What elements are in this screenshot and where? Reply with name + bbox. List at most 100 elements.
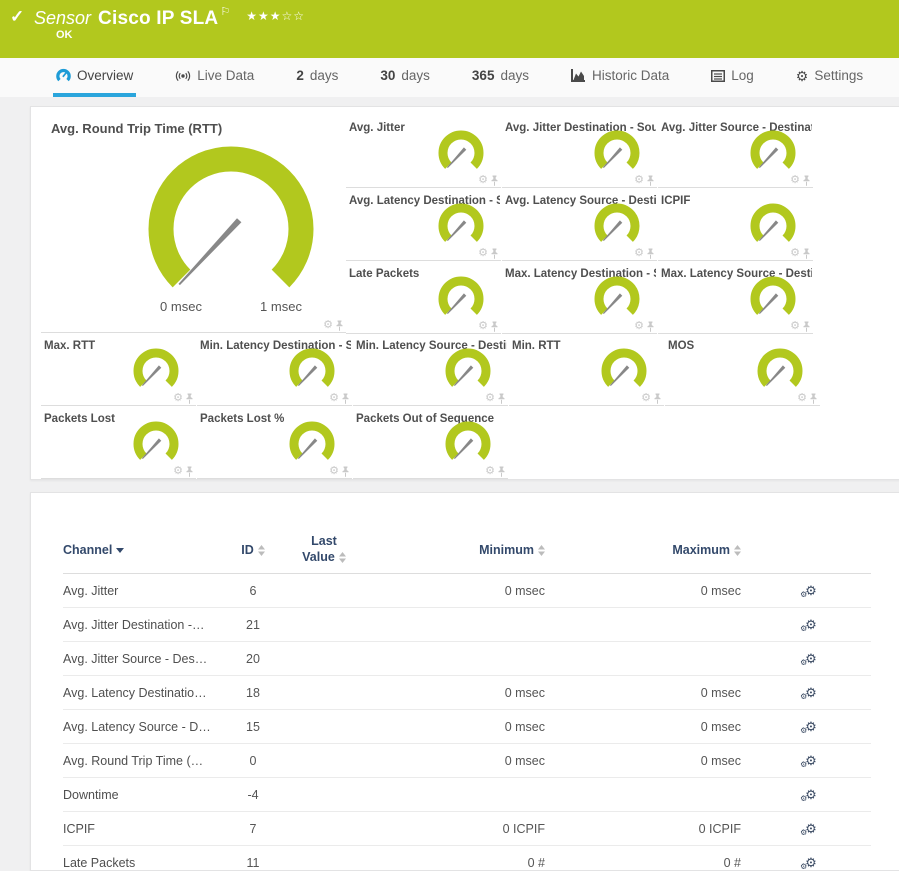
gear-icon[interactable]: ⚙	[641, 393, 651, 404]
gauge-cell-max-latency-source-destin[interactable]: Max. Latency Source - Destin… ⚙	[658, 261, 813, 334]
pin-icon[interactable]	[335, 320, 344, 331]
gauge-cell-avg-jitter-destination-source[interactable]: Avg. Jitter Destination - Source ⚙	[502, 115, 657, 188]
tab-historic-data[interactable]: Historic Data	[568, 58, 672, 97]
gear-icon[interactable]: ⚙	[329, 393, 339, 404]
gear-icon[interactable]: ⚙	[485, 393, 495, 404]
channel-settings-icon[interactable]: ⚙⚙	[805, 822, 817, 836]
gear-icon[interactable]: ⚙	[790, 321, 800, 332]
pin-icon[interactable]	[490, 321, 499, 332]
channel-settings-icon[interactable]: ⚙⚙	[805, 686, 817, 700]
pin-icon[interactable]	[185, 393, 194, 404]
channel-settings-icon[interactable]: ⚙⚙	[805, 618, 817, 632]
column-header-maximum[interactable]: Maximum	[555, 543, 751, 557]
column-header-id[interactable]: ID	[223, 543, 283, 557]
gauge-cell-avg-rtt[interactable]: Avg. Round Trip Time (RTT) 0 msec 1 msec…	[41, 115, 346, 333]
gear-icon[interactable]: ⚙	[173, 466, 183, 477]
sort-icon[interactable]	[339, 552, 346, 563]
stars-empty: ☆☆	[282, 9, 306, 23]
mini-gauge	[746, 276, 800, 324]
pin-icon[interactable]	[809, 393, 818, 404]
flag-icon[interactable]: ⚐	[220, 6, 230, 18]
gauge-cell-min-latency-destination-so[interactable]: Min. Latency Destination - So… ⚙	[197, 333, 352, 406]
tab-2-days[interactable]: 2 days	[293, 58, 341, 97]
channel-id: 18	[223, 686, 283, 700]
column-header-minimum[interactable]: Minimum	[365, 543, 555, 557]
tab-live-data[interactable]: Live Data	[172, 58, 257, 97]
gear-icon[interactable]: ⚙	[478, 321, 488, 332]
pin-icon[interactable]	[802, 248, 811, 259]
gear-icon[interactable]: ⚙	[329, 466, 339, 477]
channel-name[interactable]: Avg. Jitter Destination -…	[63, 618, 223, 632]
gauge-cell-avg-latency-destination-so[interactable]: Avg. Latency Destination - So… ⚙	[346, 188, 501, 261]
tab-365-days[interactable]: 365 days	[469, 58, 532, 97]
pin-icon[interactable]	[185, 466, 194, 477]
gauge-cell-min-latency-source-destina[interactable]: Min. Latency Source - Destina… ⚙	[353, 333, 508, 406]
gear-icon[interactable]: ⚙	[478, 175, 488, 186]
gauge-cell-packets-lost[interactable]: Packets Lost % ⚙	[197, 406, 352, 479]
channel-settings-icon[interactable]: ⚙⚙	[805, 856, 817, 870]
gear-icon[interactable]: ⚙	[634, 248, 644, 259]
tab-30-days[interactable]: 30 days	[377, 58, 433, 97]
pin-icon[interactable]	[653, 393, 662, 404]
channel-name[interactable]: Avg. Jitter	[63, 584, 223, 598]
gauge-cell-max-latency-destination-so[interactable]: Max. Latency Destination - So… ⚙	[502, 261, 657, 334]
pin-icon[interactable]	[646, 175, 655, 186]
sort-icon[interactable]	[538, 545, 545, 556]
tab-overview[interactable]: Overview	[53, 58, 136, 97]
channel-minimum: 0 msec	[365, 754, 555, 768]
gauge-cell-avg-jitter[interactable]: Avg. Jitter ⚙	[346, 115, 501, 188]
pin-icon[interactable]	[490, 248, 499, 259]
mini-gauge	[441, 348, 495, 396]
pin-icon[interactable]	[341, 393, 350, 404]
pin-icon[interactable]	[802, 321, 811, 332]
channel-settings-icon[interactable]: ⚙⚙	[805, 788, 817, 802]
gauge-cell-packets-out-of-sequence[interactable]: Packets Out of Sequence ⚙	[353, 406, 508, 479]
column-header-last-value[interactable]: Last Value	[283, 534, 365, 565]
pin-icon[interactable]	[646, 321, 655, 332]
gear-icon[interactable]: ⚙	[485, 466, 495, 477]
gauge-cell-min-rtt[interactable]: Min. RTT ⚙	[509, 333, 664, 406]
column-header-channel[interactable]: Channel	[63, 543, 223, 557]
pin-icon[interactable]	[802, 175, 811, 186]
channel-name[interactable]: Avg. Jitter Source - Des…	[63, 652, 223, 666]
channel-name[interactable]: Avg. Latency Destinatio…	[63, 686, 223, 700]
sort-icon[interactable]	[258, 545, 265, 556]
gauge-cell-icpif[interactable]: ICPIF ⚙	[658, 188, 813, 261]
pin-icon[interactable]	[490, 175, 499, 186]
pin-icon[interactable]	[497, 393, 506, 404]
gear-icon[interactable]: ⚙	[790, 248, 800, 259]
channel-name[interactable]: Downtime	[63, 788, 223, 802]
gauge-cell-packets-lost[interactable]: Packets Lost ⚙	[41, 406, 196, 479]
gear-icon[interactable]: ⚙	[323, 320, 333, 331]
gauge-cell-avg-latency-source-destin[interactable]: Avg. Latency Source - Destin… ⚙	[502, 188, 657, 261]
channel-name[interactable]: Avg. Latency Source - D…	[63, 720, 223, 734]
channel-settings-icon[interactable]: ⚙⚙	[805, 652, 817, 666]
gear-icon[interactable]: ⚙	[634, 321, 644, 332]
priority-stars[interactable]: ★★★☆☆	[246, 9, 305, 23]
pin-icon[interactable]	[646, 248, 655, 259]
tab-settings[interactable]: ⚙ Settings	[793, 58, 866, 97]
channel-settings-icon[interactable]: ⚙⚙	[805, 754, 817, 768]
gear-icon[interactable]: ⚙	[790, 175, 800, 186]
gauge-cell-avg-jitter-source-destination[interactable]: Avg. Jitter Source - Destination ⚙	[658, 115, 813, 188]
pin-icon[interactable]	[497, 466, 506, 477]
gauge-cell-mos[interactable]: MOS ⚙	[665, 333, 820, 406]
sort-icon[interactable]	[734, 545, 741, 556]
gauge-cell-max-rtt[interactable]: Max. RTT ⚙	[41, 333, 196, 406]
channel-settings-icon[interactable]: ⚙⚙	[805, 584, 817, 598]
channel-name[interactable]: Avg. Round Trip Time (…	[63, 754, 223, 768]
channel-name[interactable]: ICPIF	[63, 822, 223, 836]
gauge-cell-late-packets[interactable]: Late Packets ⚙	[346, 261, 501, 334]
gear-icon[interactable]: ⚙	[797, 393, 807, 404]
gear-icon[interactable]: ⚙	[478, 248, 488, 259]
channel-settings-icon[interactable]: ⚙⚙	[805, 720, 817, 734]
mini-gauge	[285, 421, 339, 469]
status-badge: OK	[56, 29, 73, 41]
channel-maximum: 0 ICPIF	[555, 822, 751, 836]
gear-icon[interactable]: ⚙	[634, 175, 644, 186]
gear-icon[interactable]: ⚙	[173, 393, 183, 404]
tab-log[interactable]: Log	[708, 58, 757, 97]
channel-name[interactable]: Late Packets	[63, 856, 223, 870]
sort-desc-icon[interactable]	[116, 548, 124, 553]
pin-icon[interactable]	[341, 466, 350, 477]
